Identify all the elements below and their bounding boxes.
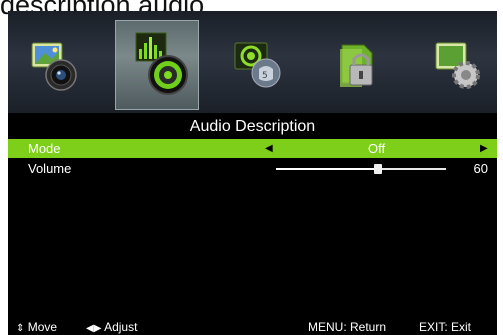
- svg-text:5: 5: [262, 71, 268, 81]
- page-title: Audio Description: [189, 118, 316, 135]
- footer-help-bar: ⇕ Move ◀▶ Adjust MENU: Return EXIT: Exit: [8, 319, 497, 335]
- exit-hint: EXIT: Exit: [419, 320, 472, 334]
- volume-slider-fill: [276, 168, 378, 170]
- picture-icon[interactable]: [28, 39, 82, 93]
- menu-tab-bar: 5: [8, 11, 497, 113]
- move-hint: ⇕ Move: [16, 319, 57, 335]
- mode-label: Mode: [28, 141, 61, 156]
- move-hint-text: Move: [27, 320, 58, 334]
- adjust-hint-text: Adjust: [104, 320, 138, 334]
- left-right-arrow-icon: ◀▶: [86, 323, 102, 334]
- mode-row[interactable]: Mode ◀ Off ▶: [8, 139, 497, 158]
- arrow-left-icon[interactable]: ◀: [265, 139, 273, 158]
- tv-osd-screen: 5 Audio Description Mode ◀ Off ▶ Volume …: [8, 11, 497, 335]
- menu-return-hint: MENU: Return: [308, 320, 387, 334]
- arrow-right-icon[interactable]: ▶: [480, 139, 488, 158]
- sound-icon[interactable]: [130, 31, 190, 97]
- volume-label: Volume: [28, 161, 72, 176]
- volume-slider[interactable]: [276, 164, 446, 174]
- up-down-arrow-icon: ⇕: [16, 323, 25, 334]
- tv-channel-icon[interactable]: 5: [232, 39, 286, 93]
- adjust-hint: ◀▶ Adjust: [86, 319, 137, 335]
- mode-value: Off: [368, 141, 386, 156]
- volume-slider-thumb[interactable]: [374, 164, 382, 174]
- volume-value: 60: [473, 161, 488, 176]
- lock-icon[interactable]: [332, 39, 386, 93]
- settings-gear-icon[interactable]: [432, 39, 486, 93]
- volume-row[interactable]: Volume 60: [8, 159, 497, 178]
